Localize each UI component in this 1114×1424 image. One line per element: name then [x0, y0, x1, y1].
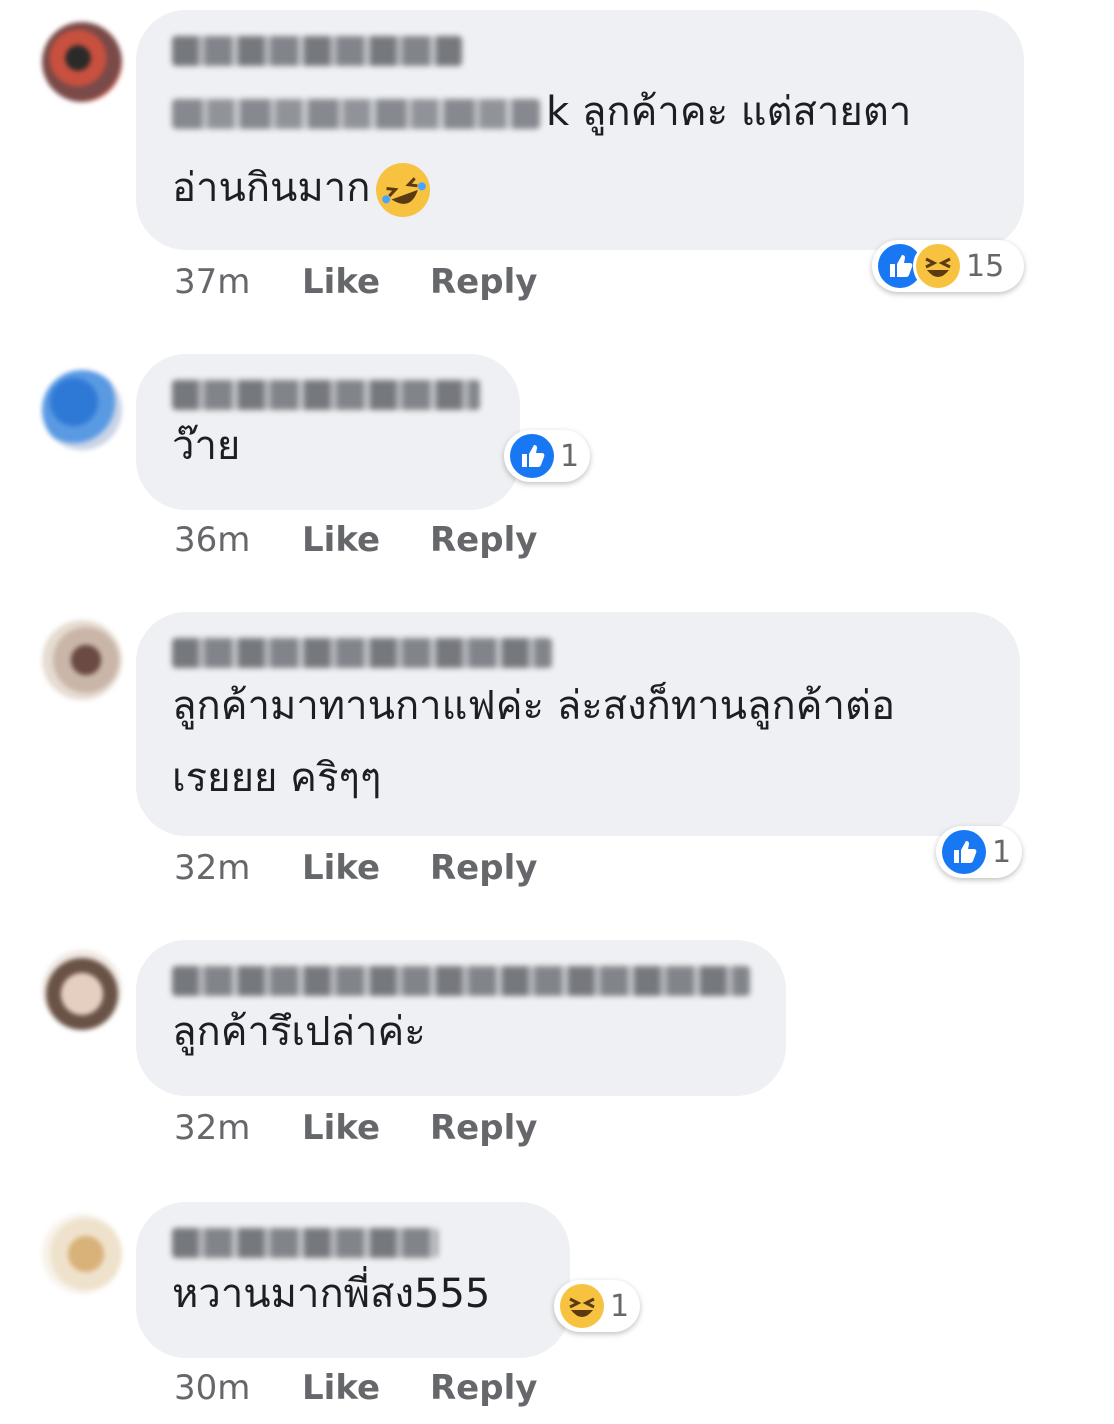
- comment-text-line1: k ลูกค้าคะ แต่สายตา: [546, 89, 912, 135]
- avatar[interactable]: [42, 22, 122, 102]
- author-name-redacted[interactable]: [172, 36, 462, 66]
- comment-actions: 30m Like Reply: [174, 1368, 537, 1408]
- timestamp[interactable]: 32m: [174, 1108, 302, 1148]
- comment-text: k ลูกค้าคะ แต่สายตา อ่านกินมาก: [172, 74, 988, 226]
- reactions-summary[interactable]: 1: [554, 1280, 640, 1332]
- reactions-summary[interactable]: 1: [936, 826, 1022, 878]
- comment-text-line2: อ่านกินมาก: [172, 165, 371, 211]
- reply-button[interactable]: Reply: [430, 520, 537, 560]
- avatar[interactable]: [42, 950, 122, 1030]
- comment-text: ลูกค้ามาทานกาแฟค่ะ ล่ะสงก็ทานลูกค้าต่อ เ…: [172, 683, 895, 801]
- author-name-redacted[interactable]: [172, 380, 480, 410]
- avatar[interactable]: [42, 1214, 122, 1294]
- like-button[interactable]: Like: [302, 848, 430, 888]
- comment-bubble: ลูกค้ามาทานกาแฟค่ะ ล่ะสงก็ทานลูกค้าต่อ เ…: [136, 612, 1020, 836]
- like-button[interactable]: Like: [302, 1108, 430, 1148]
- haha-icon: [916, 244, 960, 288]
- mention-redacted[interactable]: [172, 99, 540, 129]
- comment-actions: 32m Like Reply: [174, 1108, 537, 1148]
- like-icon: [942, 830, 986, 874]
- comment-bubble: ลูกค้ารึเปล่าค่ะ: [136, 940, 786, 1096]
- comment-text: ลูกค้ารึเปล่าค่ะ: [172, 1009, 426, 1055]
- author-name-redacted[interactable]: [172, 1228, 438, 1258]
- reply-button[interactable]: Reply: [430, 262, 537, 302]
- comment-actions: 32m Like Reply: [174, 848, 537, 888]
- author-name-redacted[interactable]: [172, 966, 750, 996]
- comment-bubble: หวานมากพี่สง555: [136, 1202, 570, 1358]
- reaction-count: 1: [992, 834, 1012, 870]
- like-button[interactable]: Like: [302, 520, 430, 560]
- comment-text: หวานมากพี่สง555: [172, 1271, 491, 1317]
- reactions-summary[interactable]: 15: [872, 240, 1024, 292]
- timestamp[interactable]: 36m: [174, 520, 302, 560]
- timestamp[interactable]: 30m: [174, 1368, 302, 1408]
- like-button[interactable]: Like: [302, 262, 430, 302]
- reply-button[interactable]: Reply: [430, 1368, 537, 1408]
- author-name-redacted[interactable]: [172, 638, 552, 668]
- reaction-count: 15: [966, 248, 1005, 284]
- timestamp[interactable]: 32m: [174, 848, 302, 888]
- reaction-count: 1: [560, 438, 580, 474]
- reaction-count: 1: [610, 1288, 630, 1324]
- comment-bubble: k ลูกค้าคะ แต่สายตา อ่านกินมาก: [136, 10, 1024, 250]
- comment-actions: 37m Like Reply: [174, 262, 537, 302]
- comment-text: ว๊าย: [172, 423, 241, 469]
- rofl-emoji-icon: [368, 155, 439, 225]
- reply-button[interactable]: Reply: [430, 848, 537, 888]
- like-button[interactable]: Like: [302, 1368, 430, 1408]
- avatar[interactable]: [42, 370, 122, 450]
- comment-bubble: ว๊าย: [136, 354, 520, 510]
- like-icon: [510, 434, 554, 478]
- avatar[interactable]: [42, 620, 122, 700]
- reactions-summary[interactable]: 1: [504, 430, 590, 482]
- reply-button[interactable]: Reply: [430, 1108, 537, 1148]
- timestamp[interactable]: 37m: [174, 262, 302, 302]
- haha-icon: [560, 1284, 604, 1328]
- comment-actions: 36m Like Reply: [174, 520, 537, 560]
